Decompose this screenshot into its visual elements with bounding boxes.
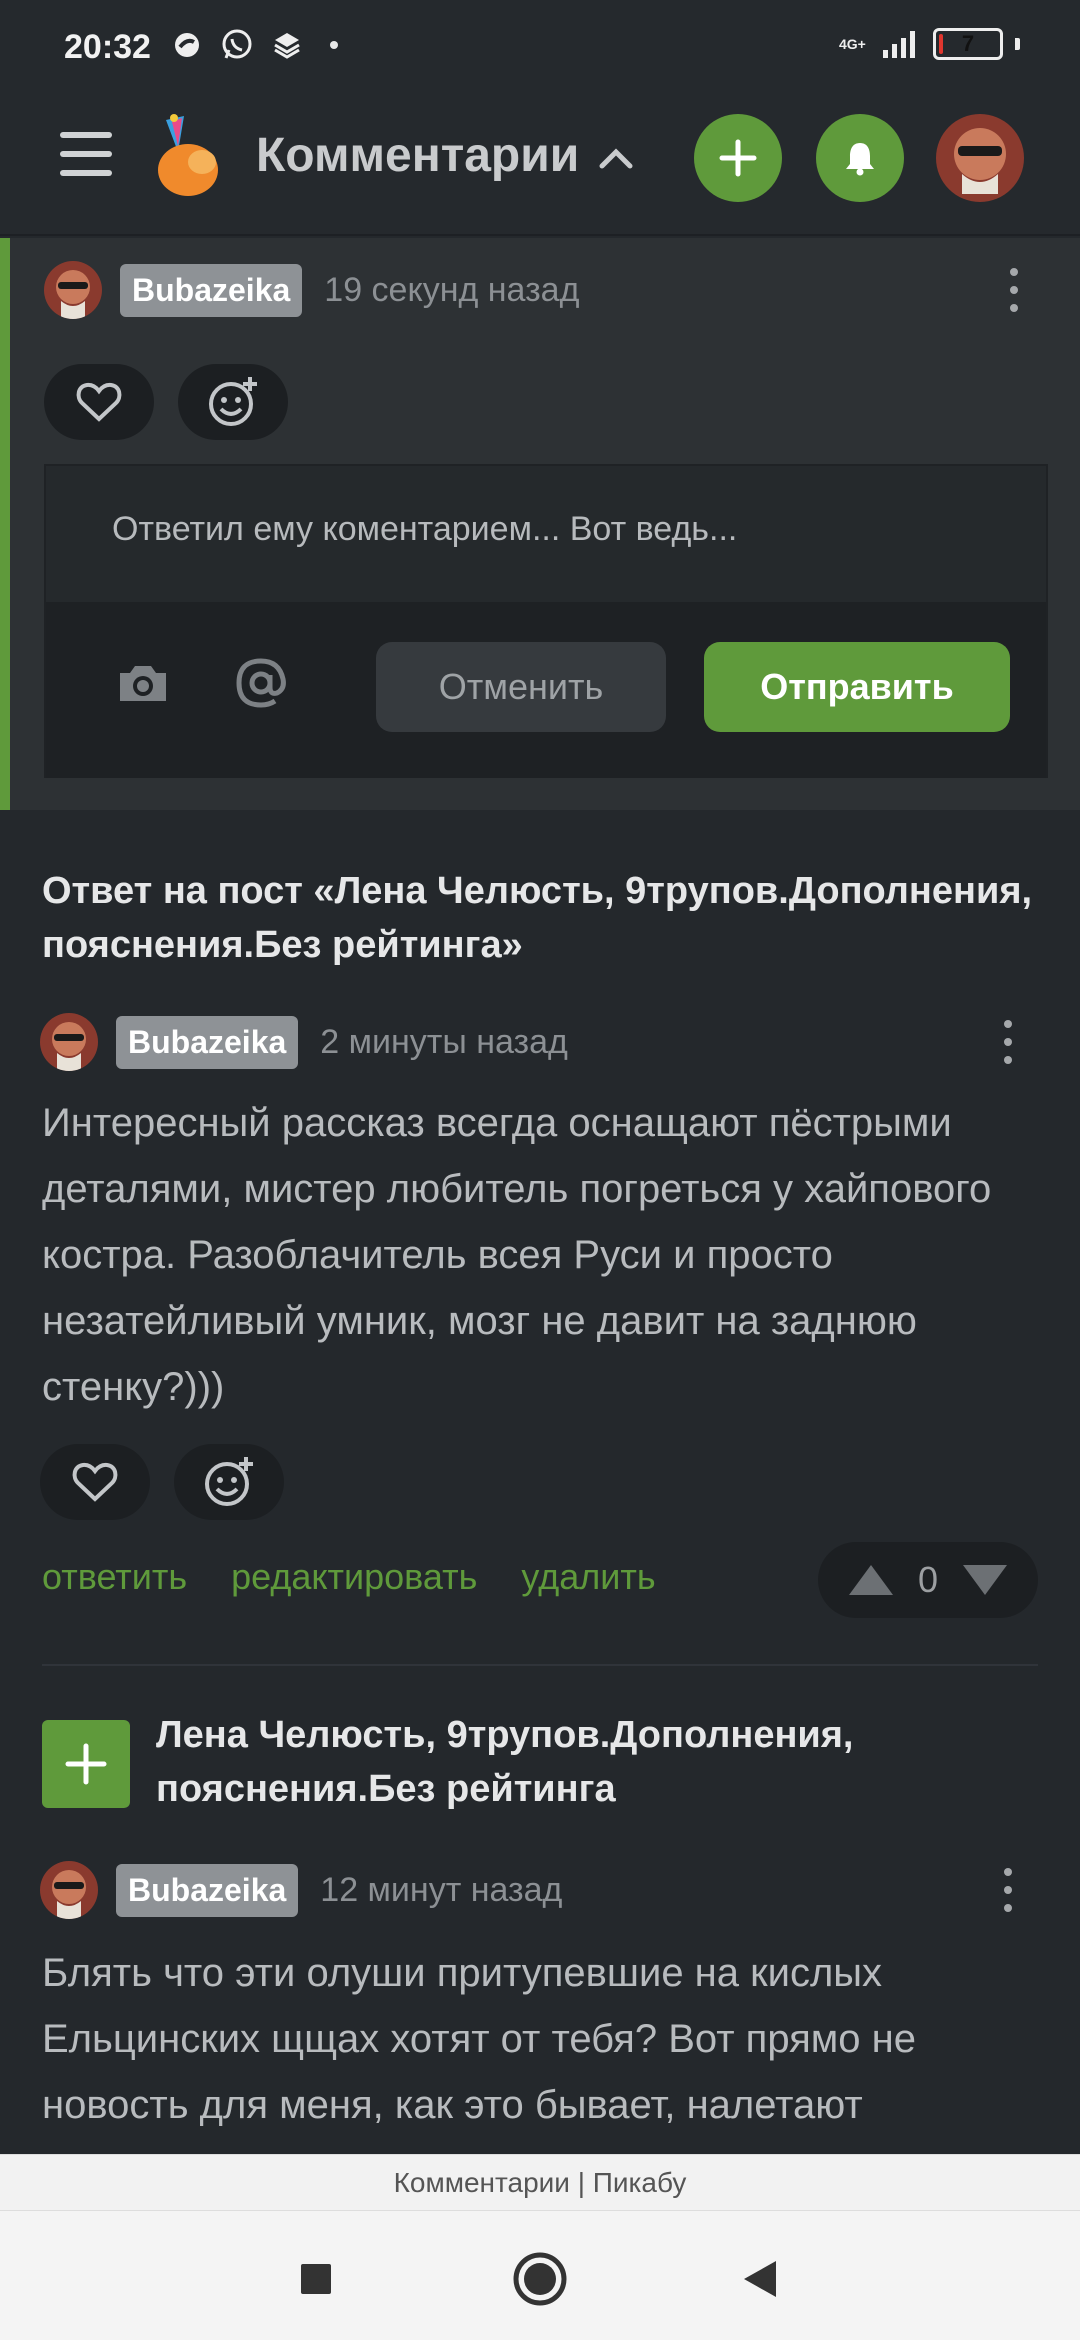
comment-time[interactable]: 2 минуты назад xyxy=(320,1023,568,1062)
heart-icon xyxy=(76,382,122,422)
divider xyxy=(42,1664,1038,1666)
heart-icon xyxy=(72,1462,118,1502)
add-reaction-button[interactable] xyxy=(174,1444,284,1520)
page-title[interactable]: Комментарии xyxy=(256,128,579,183)
battery-cap xyxy=(1015,38,1020,50)
reply-form: Ответил ему коментарием... Вот ведь... О… xyxy=(44,464,1048,778)
battery-percent: 7 xyxy=(961,31,975,56)
downvote-icon[interactable] xyxy=(961,1563,1009,1597)
edit-link[interactable]: редактировать xyxy=(231,1556,477,1598)
comment-text: Интересный рассказ всегда оснащают пёстр… xyxy=(42,1101,992,1409)
pikabu-logo-icon[interactable] xyxy=(150,112,230,202)
browser-tab-title: Комментарии | Пикабу xyxy=(0,2154,1080,2210)
comment-time[interactable]: 19 секунд назад xyxy=(324,271,579,310)
plus-icon xyxy=(65,1743,107,1785)
send-button[interactable]: Отправить xyxy=(704,642,1010,732)
rating-control: 0 xyxy=(818,1542,1038,1618)
layers-icon xyxy=(270,28,304,62)
more-options-icon[interactable] xyxy=(998,1862,1018,1918)
add-reaction-button[interactable] xyxy=(178,364,288,440)
network-type: 4G+ xyxy=(839,36,866,52)
notification-app-icon xyxy=(170,28,204,62)
emoji-add-icon xyxy=(205,1457,253,1506)
comment-meta: Bubazeika 2 минуты назад xyxy=(40,1012,568,1072)
delete-link[interactable]: удалить xyxy=(521,1556,655,1598)
plus-icon xyxy=(719,139,757,177)
user-avatar[interactable] xyxy=(936,114,1024,202)
emoji-add-icon xyxy=(209,377,257,426)
username-badge[interactable]: Bubazeika xyxy=(116,1015,299,1069)
more-notifications-dot xyxy=(330,41,338,49)
recent-apps-icon[interactable] xyxy=(286,2249,346,2309)
menu-icon[interactable] xyxy=(60,128,112,180)
reply-toolbar: Отменить Отправить xyxy=(46,602,1046,778)
home-icon[interactable] xyxy=(510,2249,570,2309)
more-options-icon[interactable] xyxy=(998,1014,1018,1070)
rating-value: 0 xyxy=(917,1559,939,1600)
chevron-up-icon[interactable] xyxy=(596,142,636,172)
whatsapp-icon xyxy=(220,28,254,62)
reply-input[interactable]: Ответил ему коментарием... Вот ведь... xyxy=(46,466,1046,602)
like-button[interactable] xyxy=(44,364,154,440)
comment-time[interactable]: 12 минут назад xyxy=(320,1871,562,1910)
comment-meta: Bubazeika 19 секунд назад xyxy=(44,260,579,320)
username-badge[interactable]: Bubazeika xyxy=(116,1863,299,1917)
camera-icon[interactable] xyxy=(108,648,178,718)
comment-actions: ответить редактировать удалить xyxy=(42,1556,656,1598)
status-bar: 20:32 4G+ 7 xyxy=(0,0,1080,100)
notification-icons xyxy=(170,28,338,62)
post-title-link[interactable]: Лена Челюсть, 9трупов.Дополнения, поясне… xyxy=(156,1708,1016,1816)
comment-meta: Bubazeika 12 минут назад xyxy=(40,1860,562,1920)
battery-indicator: 7 xyxy=(933,28,1003,60)
avatar[interactable] xyxy=(44,261,102,319)
notifications-button[interactable] xyxy=(816,114,904,202)
app-header: Комментарии xyxy=(0,100,1080,236)
system-navigation-bar xyxy=(0,2210,1080,2340)
avatar[interactable] xyxy=(40,1861,98,1919)
upvote-icon[interactable] xyxy=(847,1563,895,1597)
cancel-button[interactable]: Отменить xyxy=(376,642,666,732)
username-badge[interactable]: Bubazeika xyxy=(120,263,303,317)
more-options-icon[interactable] xyxy=(1004,262,1024,318)
comment-text: Блять что эти олуши притупевшие на кислы… xyxy=(42,1951,916,2127)
bell-icon xyxy=(846,143,874,176)
status-time: 20:32 xyxy=(64,28,151,66)
back-icon[interactable] xyxy=(730,2249,790,2309)
post-title-link[interactable]: Ответ на пост «Лена Челюсть, 9трупов.Доп… xyxy=(42,864,1052,972)
signal-icon xyxy=(883,31,915,58)
mention-icon[interactable] xyxy=(226,648,296,718)
add-post-button[interactable] xyxy=(694,114,782,202)
expand-post-button[interactable] xyxy=(42,1720,130,1808)
active-comment-block: Bubazeika 19 секунд назад Ответил ему ко… xyxy=(0,238,1080,810)
system-indicators: 4G+ 7 xyxy=(839,28,1020,60)
avatar[interactable] xyxy=(40,1013,98,1071)
reply-link[interactable]: ответить xyxy=(42,1556,187,1598)
like-button[interactable] xyxy=(40,1444,150,1520)
